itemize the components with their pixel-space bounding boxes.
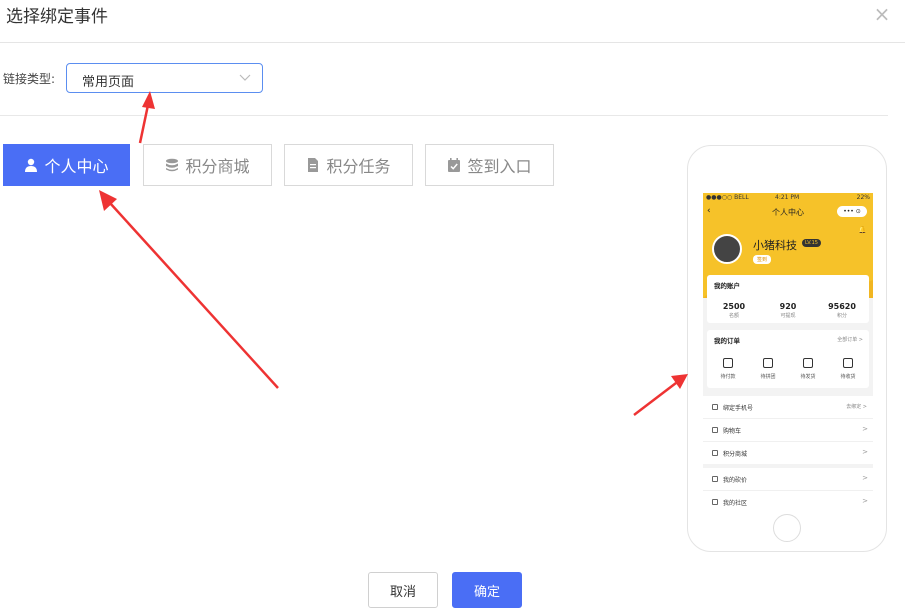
section-divider xyxy=(0,115,888,116)
status-time: 4:21 PM xyxy=(775,194,800,201)
order-item: 待拼团 xyxy=(748,358,788,380)
arrow-to-tab xyxy=(99,190,279,389)
tab-points-mall[interactable]: 积分商城 xyxy=(143,144,272,186)
tab-points-task[interactable]: 积分任务 xyxy=(284,144,413,186)
arrow-to-select xyxy=(138,91,155,144)
phone-screen: ●●●○○ BELL 4:21 PM 22% ‹ 个人中心 ••• ⊙ 🔔 小猪… xyxy=(703,193,873,513)
package-icon xyxy=(803,358,813,368)
document-icon xyxy=(308,158,319,172)
link-type-select[interactable]: 常用页面 xyxy=(66,63,263,93)
orders-more: 全部订单 > xyxy=(837,337,863,343)
capsule-menu: ••• ⊙ xyxy=(837,206,867,217)
order-item-label: 待收货 xyxy=(840,374,856,380)
stat-value: 920 xyxy=(779,302,797,311)
arrow-to-phone xyxy=(633,374,688,416)
menu-item-points-mall: 积分商城 > xyxy=(703,442,873,468)
bell-icon: 🔔 xyxy=(858,226,867,234)
menu-item-bind-phone: 绑定手机号 去绑定 > xyxy=(703,396,873,419)
status-battery: 22% xyxy=(856,194,870,201)
status-carrier: ●●●○○ BELL xyxy=(706,194,749,201)
account-stat: 2500 名额 xyxy=(707,302,761,319)
tab-personal-center[interactable]: 个人中心 xyxy=(3,144,130,186)
menu-item-label: 积分商城 xyxy=(723,451,748,458)
chevron-down-icon xyxy=(239,74,251,81)
order-item: 待付款 xyxy=(708,358,748,380)
menu-item-bargain: 我的砍价 > xyxy=(703,468,873,491)
order-item-label: 待拼团 xyxy=(760,374,776,380)
link-type-label: 链接类型: xyxy=(3,72,56,86)
title-divider xyxy=(0,42,905,43)
chevron-right-icon: > xyxy=(862,448,868,456)
phone-icon xyxy=(712,404,718,410)
group-icon xyxy=(763,358,773,368)
tab-label: 积分任务 xyxy=(326,157,391,176)
menu-item-right: 去绑定 > xyxy=(846,404,867,410)
menu-item-cart: 购物车 > xyxy=(703,419,873,442)
close-icon[interactable]: × xyxy=(872,4,892,24)
account-stat: 95620 积分 xyxy=(815,302,869,319)
avatar xyxy=(712,234,742,264)
tab-label: 积分商城 xyxy=(185,157,250,176)
sign-badge: 签到 xyxy=(753,255,772,264)
user-icon xyxy=(25,158,38,172)
phone-preview: ●●●○○ BELL 4:21 PM 22% ‹ 个人中心 ••• ⊙ 🔔 小猪… xyxy=(687,145,887,552)
link-type-value: 常用页面 xyxy=(82,75,135,90)
account-stat: 920 可提现 xyxy=(761,302,815,319)
level-badge: LV.15 xyxy=(802,239,821,247)
stat-label: 名额 xyxy=(728,313,739,319)
stat-label: 可提现 xyxy=(780,313,796,319)
chevron-right-icon: > xyxy=(862,497,868,505)
menu-item-label: 我的社区 xyxy=(723,500,748,507)
phone-status-bar: ●●●○○ BELL 4:21 PM 22% xyxy=(703,193,873,203)
dialog-title: 选择绑定事件 xyxy=(6,7,108,27)
cancel-button[interactable]: 取消 xyxy=(368,572,438,608)
home-button xyxy=(773,514,801,542)
chevron-right-icon: > xyxy=(862,474,868,482)
chevron-right-icon: > xyxy=(862,425,868,433)
tab-label: 个人中心 xyxy=(44,157,109,176)
calendar-check-icon xyxy=(448,158,461,172)
stat-label: 积分 xyxy=(836,313,847,319)
order-item: 待收货 xyxy=(828,358,868,380)
gift-icon xyxy=(712,450,718,456)
order-item-label: 待发货 xyxy=(800,374,816,380)
menu-item-community: 我的社区 > xyxy=(703,491,873,513)
orders-card: 我的订单 全部订单 > 待付款 待拼团 待发货 待收货 xyxy=(707,330,869,388)
order-item: 待发货 xyxy=(788,358,828,380)
orders-title: 我的订单 xyxy=(714,337,740,345)
tab-label: 签到入口 xyxy=(467,157,532,176)
stat-value: 2500 xyxy=(722,302,746,311)
truck-icon xyxy=(843,358,853,368)
account-title: 我的账户 xyxy=(714,282,740,290)
menu-item-label: 购物车 xyxy=(723,428,742,435)
menu-list: 绑定手机号 去绑定 > 购物车 > 积分商城 > 我的砍价 > 我的社区 > xyxy=(703,396,873,513)
order-item-label: 待付款 xyxy=(720,374,736,380)
phone-nav-bar: ‹ 个人中心 ••• ⊙ xyxy=(703,203,873,220)
community-icon xyxy=(712,499,718,505)
wallet-icon xyxy=(723,358,733,368)
tag-icon xyxy=(712,476,718,482)
account-card: 我的账户 2500 名额 920 可提现 95620 积分 xyxy=(707,275,869,323)
menu-item-label: 绑定手机号 xyxy=(723,405,754,412)
cart-icon xyxy=(712,427,718,433)
confirm-button[interactable]: 确定 xyxy=(452,572,522,608)
database-icon xyxy=(166,158,179,172)
user-name: 小猪科技 xyxy=(753,239,797,252)
tab-sign-in-entry[interactable]: 签到入口 xyxy=(425,144,554,186)
stat-value: 95620 xyxy=(828,302,856,311)
menu-item-label: 我的砍价 xyxy=(723,477,748,484)
